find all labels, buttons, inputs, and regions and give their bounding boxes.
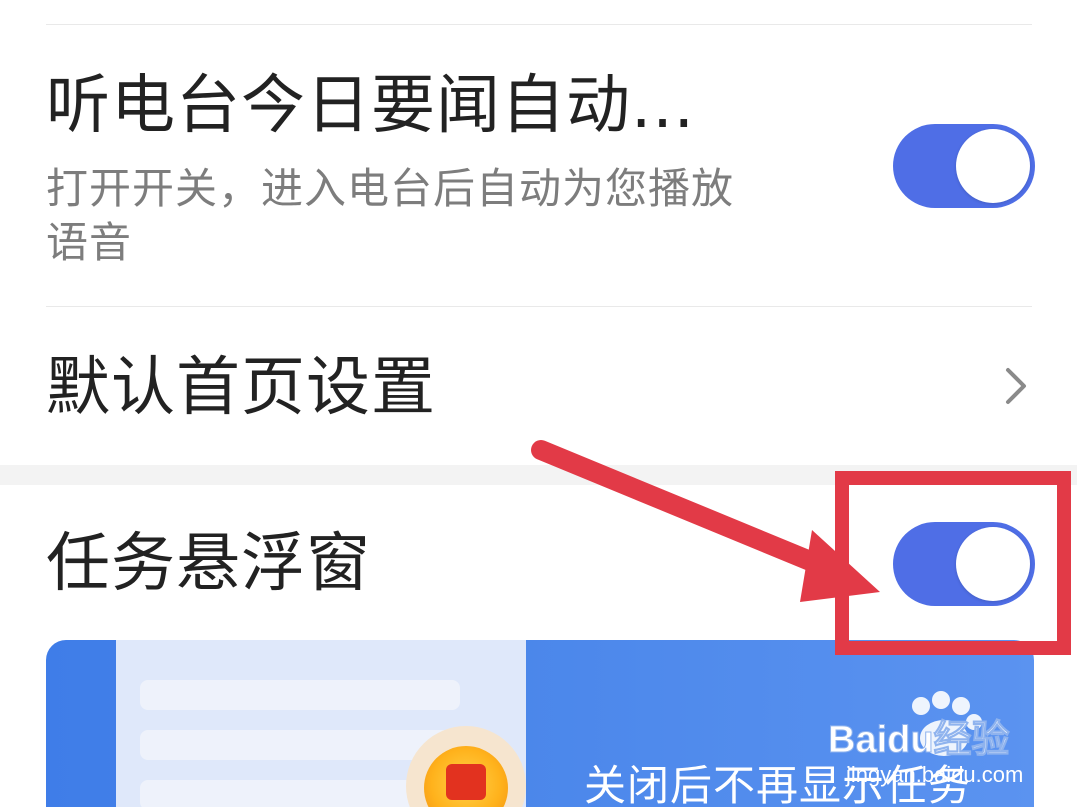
- task-float-window-toggle[interactable]: [893, 522, 1035, 606]
- baidu-watermark: Baidu经验 jingyan.baidu.com: [828, 691, 1023, 787]
- setting-title-task-float-window: 任务悬浮窗: [46, 527, 371, 601]
- setting-title-default-homepage: 默认首页设置: [46, 351, 436, 425]
- preview-bar: [140, 730, 460, 760]
- toggle-knob: [956, 129, 1030, 203]
- toggle-knob: [956, 527, 1030, 601]
- setting-title-radio-autoplay: 听电台今日要闻自动...: [46, 69, 696, 143]
- divider: [46, 306, 1032, 307]
- section-separator: [0, 465, 1077, 485]
- preview-bar: [140, 680, 460, 710]
- radio-autoplay-toggle[interactable]: [893, 124, 1035, 208]
- chevron-right-icon: [1006, 368, 1026, 404]
- setting-description-radio-autoplay: 打开开关，进入电台后自动为您播放语音: [46, 164, 735, 267]
- divider: [46, 24, 1032, 25]
- watermark-url: jingyan.baidu.com: [845, 762, 1023, 787]
- settings-page: 听电台今日要闻自动... 打开开关，进入电台后自动为您播放语音 默认首页设置 任…: [0, 0, 1077, 807]
- watermark-brand: Baidu经验: [828, 719, 1010, 761]
